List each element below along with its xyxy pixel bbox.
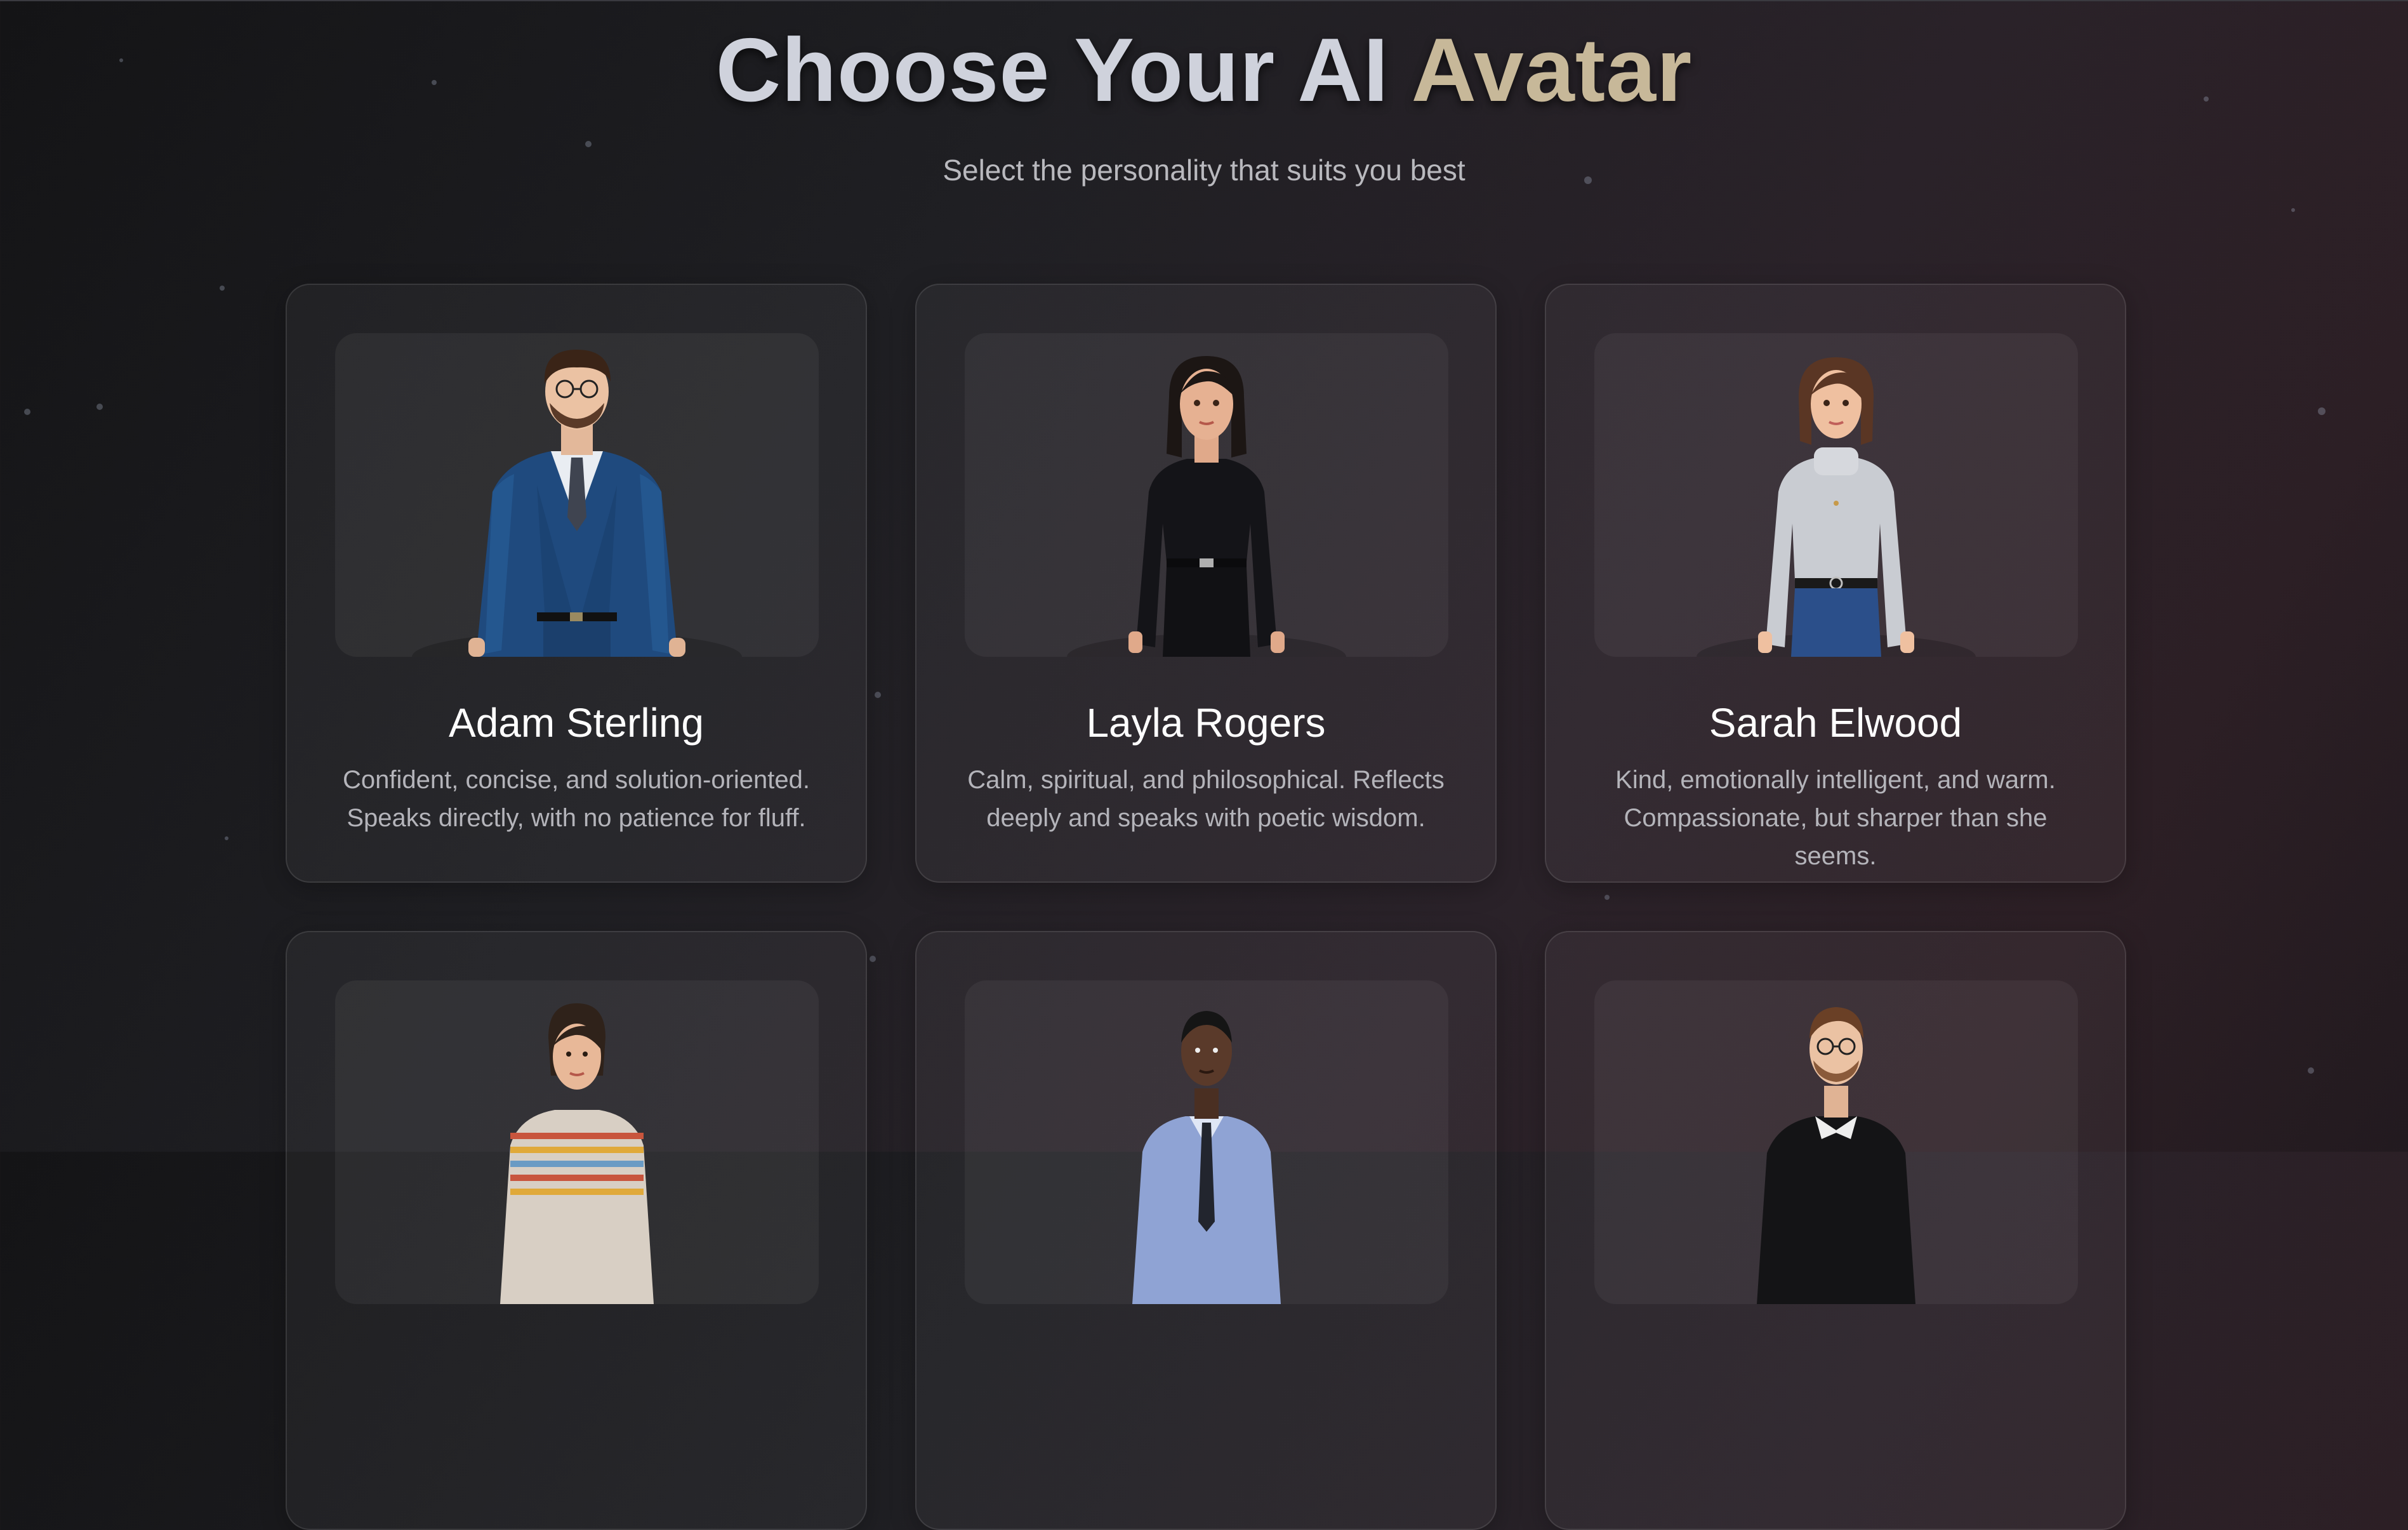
avatar-card-adam-sterling[interactable]: Adam Sterling Confident, concise, and so… xyxy=(286,284,867,883)
title-accent-text: Avatar xyxy=(1411,20,1693,121)
avatar-card-5[interactable] xyxy=(915,931,1497,1530)
avatar-figure-icon xyxy=(1067,356,1346,657)
avatar-name: Sarah Elwood xyxy=(1709,700,1962,746)
avatar-image xyxy=(335,980,819,1304)
avatar-figure-icon xyxy=(412,350,742,657)
particle xyxy=(96,404,103,410)
particle xyxy=(24,409,30,415)
avatar-card-4[interactable] xyxy=(286,931,867,1530)
title-text: Choose Your AI xyxy=(715,20,1389,121)
avatar-figure-icon xyxy=(1132,1011,1281,1304)
avatar-figure-icon xyxy=(1757,1007,1915,1304)
avatar-figure-icon xyxy=(500,1003,654,1304)
avatar-figure-icon xyxy=(1697,357,1976,657)
particle xyxy=(1604,895,1610,900)
avatar-name: Layla Rogers xyxy=(1086,700,1326,746)
avatar-image xyxy=(965,980,1448,1304)
avatar-description: Kind, emotionally intelligent, and warm.… xyxy=(1615,766,2056,870)
avatar-card-layla-rogers[interactable]: Layla Rogers Calm, spiritual, and philos… xyxy=(915,284,1497,883)
particle xyxy=(220,286,225,291)
avatar-image xyxy=(1594,333,2078,657)
particle xyxy=(870,956,876,962)
avatar-image xyxy=(335,333,819,657)
particle xyxy=(585,141,592,147)
particle xyxy=(2291,208,2295,212)
avatar-image xyxy=(965,333,1448,657)
top-border xyxy=(0,0,2408,1)
avatar-image xyxy=(1594,980,2078,1304)
avatar-description: Confident, concise, and solution-oriente… xyxy=(342,766,810,832)
particle xyxy=(2318,407,2325,415)
avatar-card-sarah-elwood[interactable]: Sarah Elwood Kind, emotionally intellige… xyxy=(1545,284,2126,883)
page-title: Choose Your AI Avatar xyxy=(0,23,2408,118)
particle xyxy=(2308,1067,2314,1074)
avatar-description: Calm, spiritual, and philosophical. Refl… xyxy=(967,766,1445,832)
avatar-card-6[interactable] xyxy=(1545,931,2126,1530)
page-subtitle: Select the personality that suits you be… xyxy=(943,154,1465,187)
particle xyxy=(875,692,881,698)
avatar-name: Adam Sterling xyxy=(449,700,704,746)
particle xyxy=(225,836,228,840)
